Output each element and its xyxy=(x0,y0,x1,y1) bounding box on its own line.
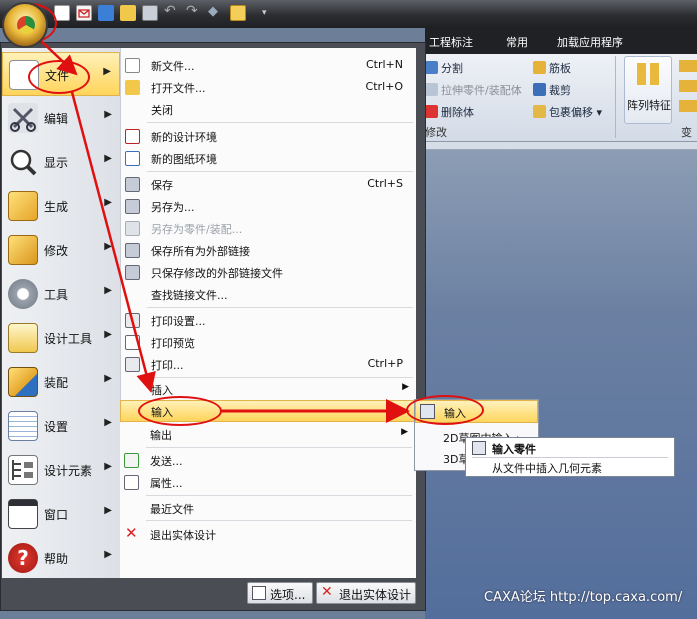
app-menu-button[interactable] xyxy=(2,2,48,48)
caxa-logo-icon xyxy=(17,16,35,34)
annotation-arrow xyxy=(39,39,78,76)
annotation-arrow xyxy=(70,91,156,393)
annotation-arrows xyxy=(39,39,410,423)
